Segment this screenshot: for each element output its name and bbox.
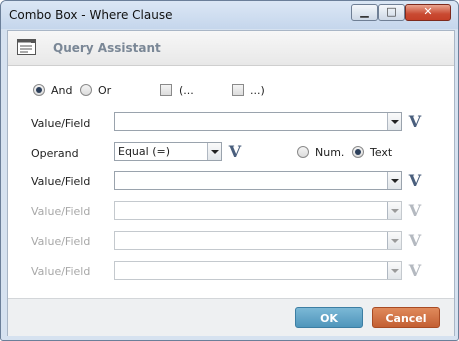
title-bar[interactable]: Combo Box - Where Clause ▁ □ ✕: [1, 1, 458, 29]
or-radio[interactable]: [80, 84, 92, 96]
cancel-button[interactable]: Cancel: [372, 307, 440, 328]
v-button: V: [408, 231, 422, 250]
operand-value: Equal (=): [118, 145, 170, 158]
value-field-label: Value/Field: [31, 205, 91, 218]
operand-combo[interactable]: Equal (=): [114, 142, 222, 161]
v-button[interactable]: V: [406, 113, 424, 131]
header-title: Query Assistant: [53, 41, 161, 55]
value-field-combo[interactable]: [114, 112, 402, 131]
value-field-label: Value/Field: [31, 265, 91, 278]
close-paren-checkbox[interactable]: [232, 84, 244, 96]
v-button: V: [408, 261, 422, 280]
and-label: And: [51, 84, 73, 97]
dropdown-arrow-icon[interactable]: [207, 143, 221, 160]
v-button[interactable]: V: [406, 172, 424, 190]
dropdown-arrow-icon: [387, 232, 401, 249]
dropdown-arrow-icon: [387, 262, 401, 279]
operand-label: Operand: [31, 147, 79, 160]
value-field-label: Value/Field: [31, 175, 91, 188]
value-field-combo: [114, 261, 402, 280]
value-field-combo: [114, 231, 402, 250]
and-radio[interactable]: [33, 84, 45, 96]
form-icon: [17, 39, 36, 55]
text-radio[interactable]: [352, 146, 364, 158]
value-field-combo: [114, 201, 402, 220]
open-paren-label: (...: [179, 84, 194, 97]
dropdown-arrow-icon[interactable]: [387, 172, 401, 189]
dropdown-arrow-icon[interactable]: [387, 113, 401, 130]
close-button[interactable]: ✕: [405, 4, 451, 21]
maximize-button[interactable]: □: [378, 4, 405, 21]
v-button[interactable]: V: [226, 143, 244, 161]
dialog-window: Combo Box - Where Clause ▁ □ ✕ Query Ass…: [0, 0, 459, 341]
dialog-footer: OK Cancel: [8, 298, 454, 336]
value-field-combo[interactable]: [114, 171, 402, 190]
open-paren-checkbox[interactable]: [160, 84, 172, 96]
num-label: Num.: [315, 146, 345, 159]
v-button: V: [408, 201, 422, 220]
minimize-button[interactable]: ▁: [351, 4, 378, 21]
num-radio[interactable]: [297, 146, 309, 158]
dropdown-arrow-icon: [387, 202, 401, 219]
query-assistant-header: Query Assistant: [8, 31, 454, 66]
dialog-body: Query Assistant And Or (... ...) Value/F…: [7, 30, 455, 336]
value-field-label: Value/Field: [31, 235, 91, 248]
window-title: Combo Box - Where Clause: [9, 8, 173, 22]
value-field-label: Value/Field: [31, 117, 91, 130]
or-label: Or: [98, 84, 112, 97]
text-label: Text: [370, 146, 393, 159]
ok-button[interactable]: OK: [295, 307, 363, 328]
close-paren-label: ...): [250, 84, 265, 97]
